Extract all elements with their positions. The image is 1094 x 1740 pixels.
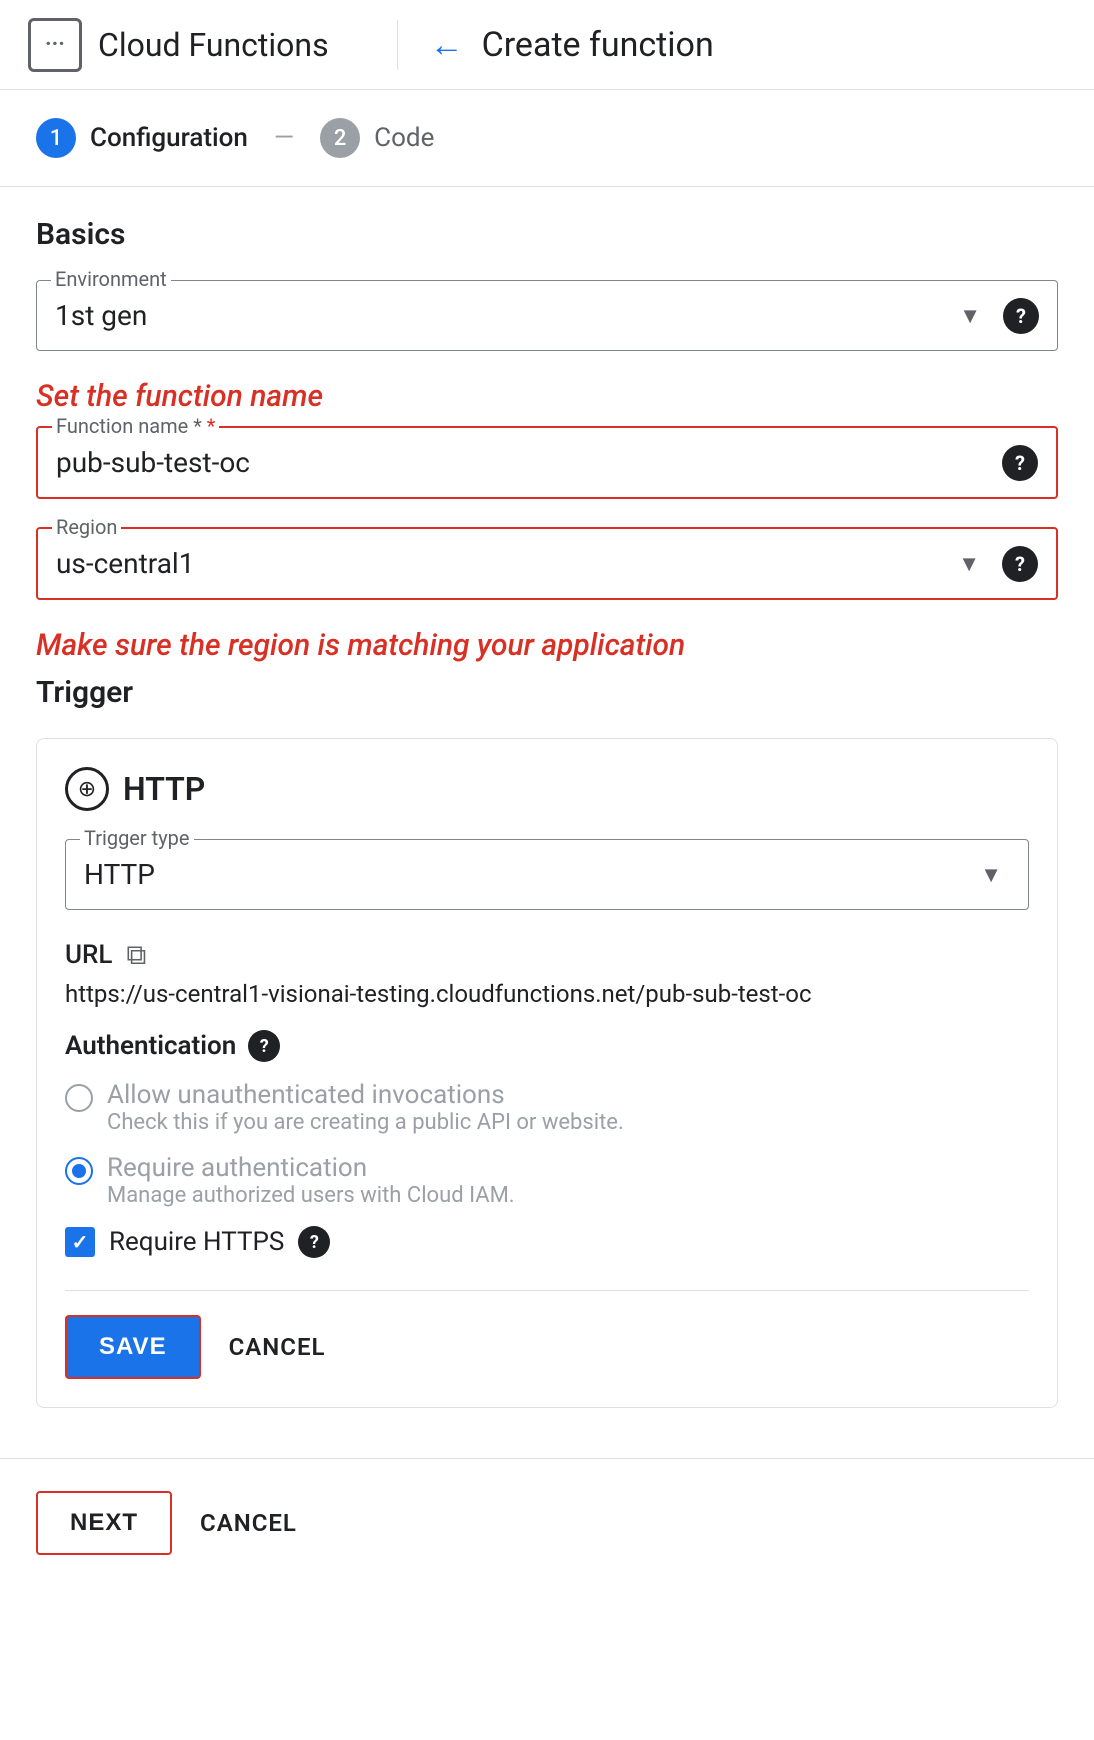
- back-nav[interactable]: ← Create function: [430, 25, 714, 65]
- step-2[interactable]: 2 Code: [320, 118, 434, 158]
- step-1[interactable]: 1 Configuration: [36, 118, 248, 158]
- save-button[interactable]: SAVE: [65, 1315, 201, 1379]
- region-annotation: Make sure the region is matching your ap…: [36, 628, 1058, 663]
- environment-dropdown-arrow-icon: ▼: [959, 303, 981, 329]
- cloud-functions-logo-icon: ···: [28, 18, 82, 72]
- https-row[interactable]: ✓ Require HTTPS ?: [65, 1226, 1029, 1258]
- environment-dropdown[interactable]: Environment 1st gen ▼ ?: [36, 280, 1058, 351]
- https-checkbox-check-icon: ✓: [72, 1230, 89, 1254]
- region-help-icon[interactable]: ?: [1002, 546, 1038, 582]
- step-1-label: Configuration: [90, 123, 248, 153]
- trigger-box-title: HTTP: [123, 770, 205, 808]
- header-logo: ··· Cloud Functions: [28, 18, 329, 72]
- trigger-cancel-button[interactable]: CANCEL: [229, 1333, 326, 1361]
- trigger-type-dropdown[interactable]: Trigger type HTTP ▼: [65, 839, 1029, 910]
- trigger-type-dropdown-arrow-icon: ▼: [980, 862, 1002, 888]
- header: ··· Cloud Functions ← Create function: [0, 0, 1094, 90]
- function-name-input-container[interactable]: Function name * pub-sub-test-oc ?: [36, 426, 1058, 499]
- region-dropdown-arrow-icon: ▼: [958, 551, 980, 577]
- trigger-type-label: Trigger type: [80, 826, 194, 850]
- trigger-type-field-group: Trigger type HTTP ▼: [65, 839, 1029, 910]
- auth-help-icon[interactable]: ?: [248, 1030, 280, 1062]
- environment-value: 1st gen: [55, 291, 959, 340]
- https-help-icon[interactable]: ?: [298, 1226, 330, 1258]
- radio-require-auth-main: Require authentication: [107, 1153, 515, 1183]
- function-name-value: pub-sub-test-oc: [56, 438, 988, 487]
- trigger-header: ⊕ HTTP: [65, 767, 1029, 811]
- header-divider: [397, 20, 398, 70]
- app-title: Cloud Functions: [98, 26, 329, 64]
- radio-allow-unauthenticated[interactable]: Allow unauthenticated invocations Check …: [65, 1080, 1029, 1135]
- region-value: us-central1: [56, 539, 958, 588]
- environment-help-icon[interactable]: ?: [1003, 298, 1039, 334]
- url-label: URL: [65, 940, 112, 970]
- region-dropdown[interactable]: Region us-central1 ▼ ?: [36, 527, 1058, 600]
- region-label: Region: [52, 515, 121, 539]
- trigger-section-title: Trigger: [36, 675, 1058, 710]
- radio-require-auth-text-group: Require authentication Manage authorized…: [107, 1153, 515, 1208]
- function-name-field-group: Function name * pub-sub-test-oc ?: [36, 426, 1058, 499]
- bottom-cancel-button[interactable]: CANCEL: [200, 1509, 297, 1537]
- trigger-buttons: SAVE CANCEL: [65, 1290, 1029, 1379]
- bottom-buttons: NEXT CANCEL: [0, 1458, 1094, 1587]
- auth-title: Authentication: [65, 1031, 236, 1061]
- radio-allow-unauthenticated-sub: Check this if you are creating a public …: [107, 1110, 624, 1135]
- function-name-label: Function name *: [52, 414, 219, 438]
- trigger-type-value: HTTP: [84, 850, 980, 899]
- step-dash: —: [274, 123, 294, 153]
- back-arrow-icon[interactable]: ←: [430, 25, 464, 65]
- step-2-label: Code: [374, 123, 434, 153]
- https-checkbox[interactable]: ✓: [65, 1227, 95, 1257]
- step-1-circle: 1: [36, 118, 76, 158]
- page-title: Create function: [482, 25, 714, 65]
- basics-section-title: Basics: [36, 217, 1058, 252]
- radio-require-auth[interactable]: Require authentication Manage authorized…: [65, 1153, 1029, 1208]
- url-row: URL ⧉: [65, 938, 1029, 972]
- step-2-circle: 2: [320, 118, 360, 158]
- function-name-help-icon[interactable]: ?: [1002, 445, 1038, 481]
- environment-label: Environment: [51, 267, 171, 291]
- radio-allow-unauthenticated-text-group: Allow unauthenticated invocations Check …: [107, 1080, 624, 1135]
- https-label: Require HTTPS: [109, 1227, 284, 1257]
- region-field-group: Region us-central1 ▼ ?: [36, 527, 1058, 600]
- next-button[interactable]: NEXT: [36, 1491, 172, 1555]
- environment-field-group: Environment 1st gen ▼ ?: [36, 280, 1058, 351]
- steps-bar: 1 Configuration — 2 Code: [0, 90, 1094, 187]
- copy-icon[interactable]: ⧉: [126, 938, 146, 972]
- function-name-annotation: Set the function name: [36, 379, 1058, 414]
- radio-require-auth-sub: Manage authorized users with Cloud IAM.: [107, 1183, 515, 1208]
- trigger-box: ⊕ HTTP Trigger type HTTP ▼ URL ⧉ https:/…: [36, 738, 1058, 1408]
- radio-require-auth-circle: [65, 1157, 93, 1185]
- auth-header: Authentication ?: [65, 1030, 1029, 1062]
- main-content: Basics Environment 1st gen ▼ ? Set the f…: [0, 187, 1094, 1438]
- radio-allow-unauthenticated-main: Allow unauthenticated invocations: [107, 1080, 624, 1110]
- radio-allow-unauthenticated-circle: [65, 1084, 93, 1112]
- http-globe-icon: ⊕: [65, 767, 109, 811]
- url-value: https://us-central1-visionai-testing.clo…: [65, 980, 1029, 1008]
